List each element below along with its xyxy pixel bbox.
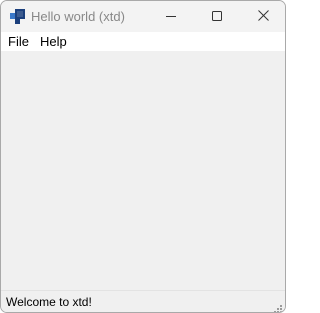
minimize-icon (166, 8, 176, 26)
size-grip-icon[interactable] (273, 300, 282, 312)
close-button[interactable] (240, 1, 285, 32)
minimize-button[interactable] (148, 1, 194, 32)
maximize-icon (212, 8, 222, 26)
window-title: Hello world (xtd) (31, 9, 125, 24)
menu-item-help[interactable]: Help (40, 34, 67, 49)
title-bar[interactable]: Hello world (xtd) (1, 1, 285, 32)
maximize-button[interactable] (194, 1, 240, 32)
menu-bar: File Help (1, 32, 285, 51)
menu-item-file[interactable]: File (8, 34, 29, 49)
status-text: Welcome to xtd! (6, 295, 92, 309)
close-icon (257, 8, 269, 26)
status-bar: Welcome to xtd! (1, 290, 285, 312)
app-window: Hello world (xtd) File Help Welcome to x… (0, 0, 286, 313)
xtd-app-icon[interactable] (10, 9, 25, 24)
client-area (1, 51, 285, 290)
